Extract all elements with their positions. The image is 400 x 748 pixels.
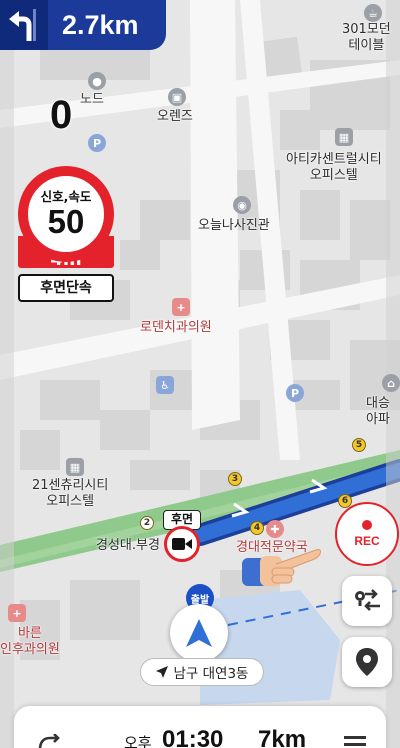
reroute-icon[interactable] (36, 734, 62, 748)
current-area-name: 남구 대연3동 (173, 666, 249, 682)
building-icon-2: ▦ (66, 458, 84, 476)
parking-icon: P (88, 134, 106, 152)
apartment-icon: ⌂ (382, 374, 400, 392)
record-button[interactable]: REC (335, 502, 399, 566)
pharmacy-icon: ✚ (266, 520, 284, 538)
building-icon: ▦ (335, 128, 353, 146)
poi-orange: 오렌즈 (157, 109, 193, 124)
speed-camera-alert: 신호,속도 50 4m 후면단속 (18, 166, 114, 302)
turn-left-icon (0, 0, 48, 50)
store-icon: ● (88, 72, 106, 90)
cafe-icon: ☕ (364, 4, 382, 22)
shopping-icon: ▣ (168, 88, 186, 106)
clinic-icon-2: + (8, 604, 26, 622)
record-label: REC (354, 534, 380, 548)
poi-daeyeon-apt: 대승 아파 (366, 396, 390, 427)
poi-photo-studio: 오늘나사진관 (198, 218, 270, 233)
route-swap-icon (355, 589, 380, 611)
camera-shop-icon: ◉ (233, 196, 251, 214)
video-camera-icon (172, 538, 192, 550)
current-position-button[interactable] (170, 604, 228, 662)
poi-kyungsung-station: 경성대.부경 (96, 538, 160, 553)
remaining-distance: 7km (258, 726, 307, 748)
record-dot-icon (362, 520, 372, 530)
navigation-arrow-icon (186, 619, 212, 647)
speed-limit-value: 50 (47, 202, 85, 240)
location-pin-button[interactable] (342, 637, 392, 687)
speed-limit-sign: 신호,속도 50 (18, 166, 114, 262)
bus-stop-3: 3 (228, 472, 242, 486)
poi-arica-center: 아티카센트럴시티 오피스텔 (286, 152, 382, 183)
turn-distance: 2.7km (62, 9, 139, 40)
turn-banner[interactable]: 2.7km (0, 0, 166, 50)
arrival-time: 01:30 (162, 726, 224, 748)
map-pin-icon (356, 648, 378, 676)
menu-icon[interactable] (344, 736, 366, 748)
rear-camera-marker[interactable] (164, 526, 200, 562)
arrival-ampm: 오후 (124, 734, 152, 748)
current-area-pill[interactable]: 남구 대연3동 (140, 658, 264, 686)
parking-icon-2: P (286, 384, 304, 402)
clinic-icon: + (172, 298, 190, 316)
route-options-button[interactable] (342, 576, 392, 626)
poi-node: 노드 (80, 92, 104, 107)
location-arrow-icon (155, 666, 168, 678)
poi-century-city: 21센츄리시티 오피스텔 (32, 478, 109, 509)
bus-stop-2: 2 (140, 516, 154, 530)
poi-modern-table: 301모던 테이블 (342, 22, 391, 53)
current-speed: 0 (50, 93, 73, 137)
bus-stop-4: 4 (250, 521, 264, 535)
pointing-hand-icon (242, 549, 321, 586)
camera-type-label: 신호,속도 (40, 188, 92, 204)
bottom-summary-bar[interactable]: 오후 01:30 7km (14, 706, 386, 748)
poi-barun-clinic: 바른 인후과의원 (0, 626, 60, 657)
poi-dental: 로덴치과의원 (140, 320, 212, 335)
camera-kind-label: 후면단속 (18, 274, 114, 302)
accessibility-icon: ♿ (156, 376, 174, 394)
bus-stop-5: 5 (352, 438, 366, 452)
